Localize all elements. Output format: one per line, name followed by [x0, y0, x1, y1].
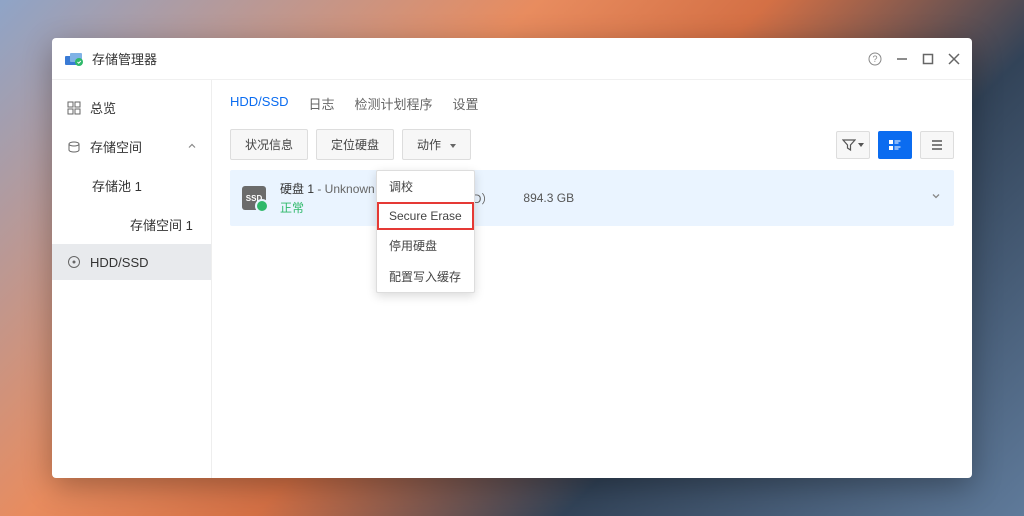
sidebar-subitem-volume[interactable]: 存储空间 1 — [128, 205, 211, 244]
body: 总览 存储空间 存储池 1 存储空间 1 — [52, 80, 972, 478]
svg-text:?: ? — [872, 54, 877, 64]
tab-hddssd[interactable]: HDD/SSD — [230, 94, 289, 115]
tab-log[interactable]: 日志 — [309, 94, 335, 115]
disk-row[interactable]: SSD 硬盘 1 - Unknown 正常 SD） 894.3 GB — [230, 170, 954, 226]
chevron-down-icon[interactable] — [930, 189, 942, 207]
caret-down-icon — [450, 144, 456, 148]
sidebar-item-label: 总览 — [90, 98, 116, 117]
filter-button[interactable] — [836, 131, 870, 159]
sidebar-item-storage[interactable]: 存储空间 — [52, 127, 211, 166]
help-button[interactable]: ? — [868, 52, 882, 66]
app-window: 存储管理器 ? 总览 — [52, 38, 972, 478]
disk-status: 正常 — [280, 199, 375, 216]
sidebar-item-label: 存储空间 1 — [130, 215, 193, 234]
sidebar-item-label: HDD/SSD — [90, 255, 149, 270]
action-dropdown-button[interactable]: 动作 — [402, 129, 471, 160]
disk-name: 硬盘 1 - Unknown — [280, 180, 375, 197]
toolbar: 状况信息 定位硬盘 动作 — [212, 125, 972, 170]
action-item-secure-erase[interactable]: Secure Erase — [377, 202, 474, 230]
action-item-deactivate[interactable]: 停用硬盘 — [377, 230, 474, 261]
sidebar: 总览 存储空间 存储池 1 存储空间 1 — [52, 80, 212, 478]
storage-icon — [66, 139, 82, 155]
card-view-button[interactable] — [878, 131, 912, 159]
content-area: SSD 硬盘 1 - Unknown 正常 SD） 894.3 GB — [212, 170, 972, 226]
disk-icon — [66, 254, 82, 270]
minimize-button[interactable] — [896, 53, 908, 65]
tab-settings[interactable]: 设置 — [453, 94, 479, 115]
locate-disk-button[interactable]: 定位硬盘 — [316, 129, 394, 160]
close-button[interactable] — [948, 53, 960, 65]
status-info-button[interactable]: 状况信息 — [230, 129, 308, 160]
list-view-button[interactable] — [920, 131, 954, 159]
tabs: HDD/SSD 日志 检测计划程序 设置 — [212, 80, 972, 125]
tab-schedule[interactable]: 检测计划程序 — [355, 94, 433, 115]
action-label: 动作 — [417, 138, 441, 152]
maximize-button[interactable] — [922, 53, 934, 65]
caret-down-icon — [858, 143, 864, 147]
app-icon — [64, 49, 84, 69]
sidebar-item-overview[interactable]: 总览 — [52, 88, 211, 127]
main-panel: HDD/SSD 日志 检测计划程序 设置 状况信息 定位硬盘 动作 — [212, 80, 972, 478]
titlebar: 存储管理器 ? — [52, 38, 972, 80]
chevron-up-icon — [187, 139, 197, 154]
sidebar-item-label: 存储池 1 — [92, 176, 142, 195]
sidebar-item-hddssd[interactable]: HDD/SSD — [52, 244, 211, 280]
action-dropdown-menu: 调校 Secure Erase 停用硬盘 配置写入缓存 — [376, 170, 475, 293]
window-title: 存储管理器 — [92, 49, 868, 68]
sidebar-item-label: 存储空间 — [90, 137, 142, 156]
action-item-write-cache[interactable]: 配置写入缓存 — [377, 261, 474, 292]
ssd-icon: SSD — [242, 186, 266, 210]
window-controls: ? — [868, 52, 960, 66]
sidebar-subitem-pool[interactable]: 存储池 1 — [90, 166, 211, 205]
sidebar-submenu: 存储池 1 存储空间 1 — [52, 166, 211, 244]
action-item-tune[interactable]: 调校 — [377, 171, 474, 202]
disk-size: 894.3 GB — [523, 191, 574, 205]
overview-icon — [66, 100, 82, 116]
